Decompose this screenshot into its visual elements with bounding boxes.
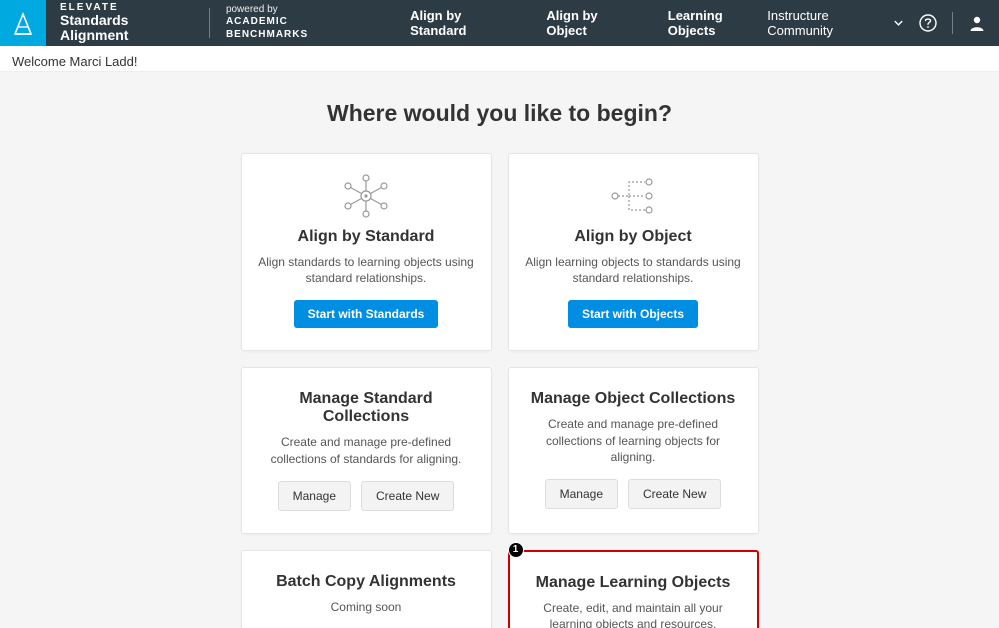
header-separator [952, 12, 953, 34]
create-new-objects-button[interactable]: Create New [628, 479, 721, 509]
start-with-standards-button[interactable]: Start with Standards [294, 300, 439, 328]
chevron-down-icon [893, 17, 904, 29]
card-title: Manage Standard Collections [258, 390, 475, 426]
nav-learning-objects[interactable]: Learning Objects [668, 8, 768, 38]
elevate-logo-icon [12, 10, 34, 36]
nav-align-by-object[interactable]: Align by Object [546, 8, 635, 38]
app-logo [0, 0, 46, 46]
card-grid: Align by Standard Align standards to lea… [0, 153, 999, 628]
brand-large: Standards Alignment [60, 13, 193, 44]
card-desc: Create, edit, and maintain all your lear… [526, 600, 741, 628]
card-title: Align by Standard [298, 228, 435, 246]
align-standard-icon [336, 172, 396, 220]
user-menu[interactable] [967, 13, 987, 33]
manage-objects-button[interactable]: Manage [545, 479, 618, 509]
main-content: Where would you like to begin? [0, 72, 999, 628]
card-align-by-standard: Align by Standard Align standards to lea… [241, 153, 492, 351]
manage-standards-button[interactable]: Manage [278, 481, 351, 511]
powered-by-block: powered by ACADEMIC BENCHMARKS [212, 0, 380, 46]
card-manage-learning-objects: 1 Manage Learning Objects Create, edit, … [508, 550, 759, 628]
header-right: Instructure Community [767, 8, 987, 38]
card-desc: Create and manage pre-defined collection… [525, 416, 742, 465]
card-desc: Create and manage pre-defined collection… [258, 434, 475, 466]
page-title: Where would you like to begin? [0, 100, 999, 127]
card-manage-object-collections: Manage Object Collections Create and man… [508, 367, 759, 533]
welcome-bar: Welcome Marci Ladd! [0, 46, 999, 72]
powered-by-label: powered by [226, 5, 366, 15]
help-button[interactable] [918, 13, 938, 33]
app-header: ELEVATE Standards Alignment powered by A… [0, 0, 999, 46]
help-icon [918, 13, 938, 33]
card-title: Manage Learning Objects [536, 574, 731, 592]
card-manage-standard-collections: Manage Standard Collections Create and m… [241, 367, 492, 533]
align-object-icon [603, 172, 663, 220]
callout-badge-1: 1 [508, 542, 524, 558]
user-icon [967, 13, 987, 33]
brand-block: ELEVATE Standards Alignment [46, 0, 207, 46]
powered-by-name: ACADEMIC BENCHMARKS [226, 15, 366, 41]
community-dropdown[interactable]: Instructure Community [767, 8, 904, 38]
header-nav: Align by Standard Align by Object Learni… [410, 8, 767, 38]
start-with-objects-button[interactable]: Start with Objects [568, 300, 698, 328]
card-align-by-object: Align by Object Align learning objects t… [508, 153, 759, 351]
card-title: Align by Object [574, 228, 691, 246]
create-new-standards-button[interactable]: Create New [361, 481, 454, 511]
card-desc: Coming soon [331, 599, 402, 615]
nav-align-by-standard[interactable]: Align by Standard [410, 8, 514, 38]
card-desc: Align learning objects to standards usin… [525, 254, 742, 286]
card-title: Manage Object Collections [531, 390, 735, 408]
community-label: Instructure Community [767, 8, 887, 38]
card-title: Batch Copy Alignments [276, 573, 456, 591]
brand-divider [209, 8, 210, 38]
card-desc: Align standards to learning objects usin… [258, 254, 475, 286]
card-batch-copy-alignments: Batch Copy Alignments Coming soon Manage… [241, 550, 492, 628]
